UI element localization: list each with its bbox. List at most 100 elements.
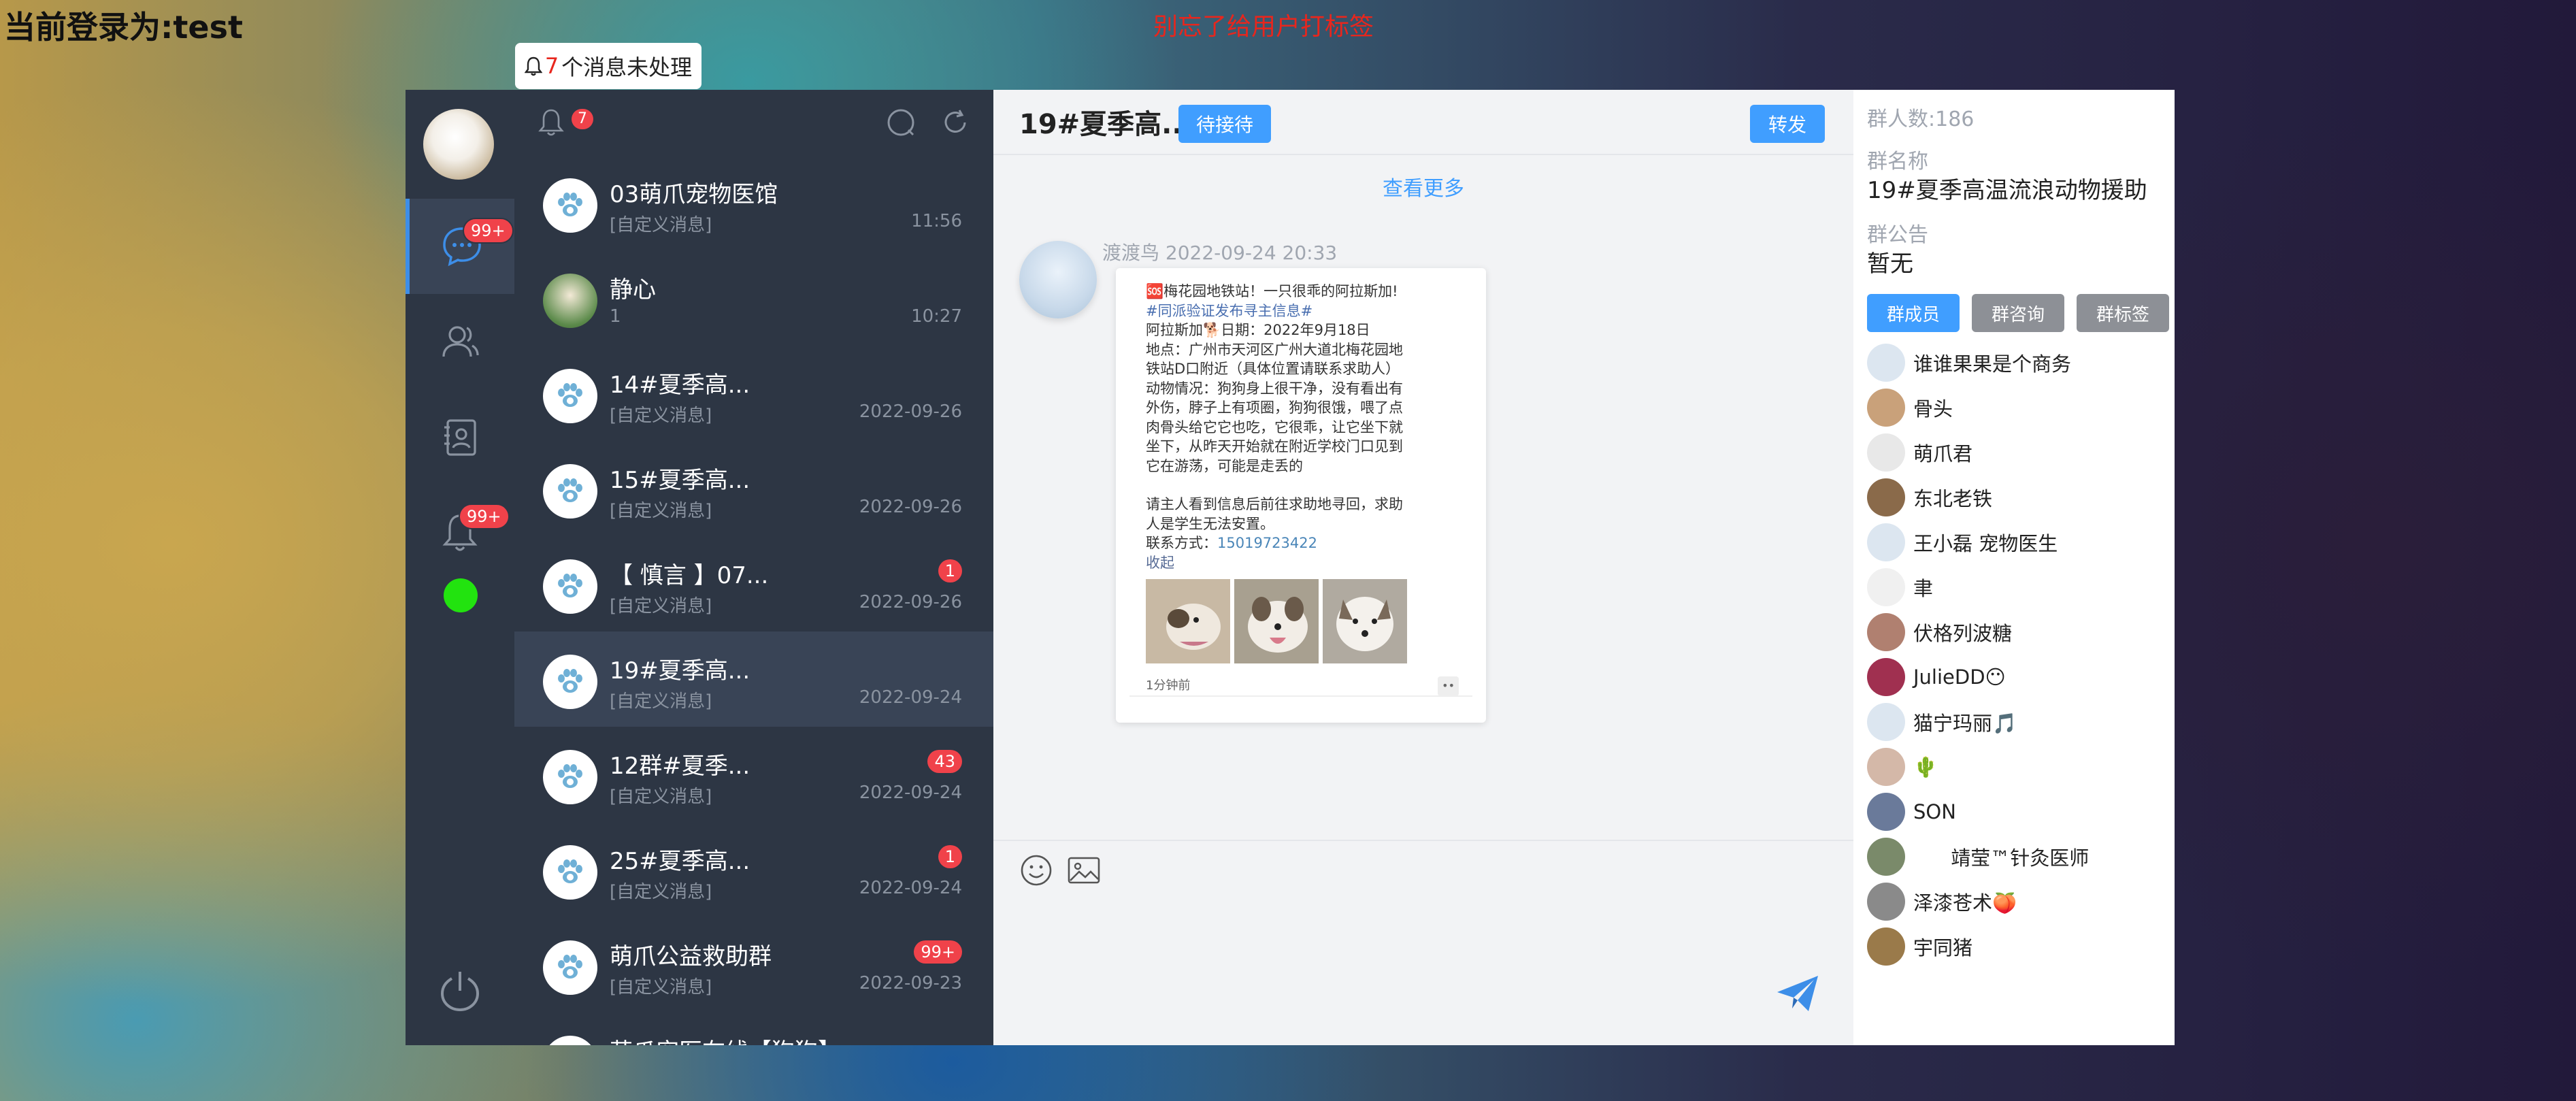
conversation-row[interactable]: 12群#夏季... [自定义消息] 2022-09-24 43 [514, 727, 993, 822]
conversation-row[interactable]: 静心 1 10:27 [514, 250, 993, 346]
message-time: 2022-09-24 20:33 [1165, 242, 1338, 264]
paw-avatar-icon [543, 655, 597, 709]
notice-count: 7 [544, 53, 559, 79]
nav-address-book[interactable] [406, 389, 514, 484]
message-card[interactable]: 🆘梅花园地铁站！一只很乖的阿拉斯加! #同派验证发布寻主信息# 阿拉斯加🐕日期：… [1116, 268, 1486, 723]
member-avatar [1867, 613, 1905, 651]
conversation-row[interactable]: 15#夏季高... [自定义消息] 2022-09-26 [514, 441, 993, 536]
conversation-title: 萌爪宠医在线【狗狗】 [610, 1033, 841, 1045]
conversation-row[interactable]: 25#夏季高... [自定义消息] 2022-09-24 1 [514, 822, 993, 917]
member-name: 宇同猪 [1913, 936, 1973, 959]
member-item[interactable]: 东北老铁 [1867, 475, 2175, 520]
card-more-dots[interactable]: •• [1438, 676, 1459, 696]
member-name: 猫宁玛丽🎵 [1913, 712, 2017, 735]
member-name: 泽漆苍术🍑 [1913, 891, 2017, 915]
member-list: 谁谁果果是个商务骨头萌爪君东北老铁 王小磊 宠物医生聿伏格列波糖 JulieDD😶 猫… [1867, 340, 2175, 1030]
bell-icon [524, 56, 542, 76]
conversation-title: 25#夏季高... [610, 848, 750, 875]
nav-messages[interactable]: 99+ [406, 199, 514, 294]
nav-notifications[interactable]: 99+ [406, 484, 514, 580]
member-item[interactable]: 靖莹™针灸医师 [1867, 834, 2175, 879]
emoji-icon[interactable] [1019, 853, 1053, 887]
card-contact: 联系方式：15019723422 [1146, 533, 1456, 553]
users-icon [442, 326, 479, 357]
collapse-link[interactable]: 收起 [1146, 553, 1456, 573]
contact-phone[interactable]: 15019723422 [1217, 535, 1317, 551]
conversation-preview: [自定义消息] [610, 787, 712, 807]
member-name: 伏格列波糖 [1913, 622, 2013, 645]
conversation-row[interactable]: 萌爪宠医在线【狗狗】 [514, 1013, 993, 1045]
conversation-time: 11:56 [911, 211, 962, 231]
conversation-time: 2022-09-26 [859, 401, 962, 422]
paw-avatar-icon [543, 940, 597, 995]
member-item[interactable]: 谁谁果果是个商务 [1867, 340, 2175, 385]
card-line: 它在游荡，可能是走丢的 [1146, 457, 1303, 474]
conversation-time: 2022-09-26 [859, 497, 962, 517]
load-more-link[interactable]: 查看更多 [993, 171, 1853, 201]
member-avatar [1867, 793, 1905, 831]
user-avatar[interactable] [423, 109, 494, 180]
conversation-time: 2022-09-26 [859, 592, 962, 612]
members-tab-button[interactable]: 群成员 [1867, 294, 1960, 332]
paw-avatar-icon [543, 750, 597, 804]
unread-notice[interactable]: 7 个消息未处理 [515, 43, 701, 89]
notifications-badge: 99+ [459, 504, 510, 529]
member-item[interactable]: 骨头 [1867, 385, 2175, 430]
member-item[interactable]: 猫宁玛丽🎵 [1867, 700, 2175, 744]
member-count: 群人数:186 [1867, 108, 1975, 131]
card-tag[interactable]: #同派验证发布寻主信息# [1146, 301, 1456, 321]
dog-photo[interactable] [1234, 579, 1319, 663]
member-name: 聿 [1913, 577, 1934, 600]
side-nav: 99+ 99+ [406, 90, 514, 1045]
member-item[interactable]: SON [1867, 789, 2175, 834]
dog-photo[interactable] [1323, 579, 1407, 663]
unread-badge: 43 [927, 750, 962, 773]
power-icon[interactable] [437, 968, 483, 1014]
card-line: 肉骨头给它它也吃，它很乖，让它坐下就 [1146, 418, 1403, 436]
chat-title: 19#夏季高... [1019, 109, 1193, 140]
card-line: 阿拉斯加🐕日期：2022年9月18日 [1146, 322, 1370, 338]
member-name: 骨头 [1913, 397, 1953, 421]
member-name: 萌爪君 [1913, 442, 1973, 465]
member-item[interactable]: 王小磊 宠物医生 [1867, 520, 2175, 565]
bell-icon[interactable] [538, 108, 565, 137]
contact-label: 联系方式： [1146, 535, 1217, 551]
member-item[interactable]: 泽漆苍术🍑 [1867, 879, 2175, 924]
conversation-row[interactable]: 14#夏季高... [自定义消息] 2022-09-26 [514, 346, 993, 441]
conversation-time: 2022-09-24 [859, 687, 962, 708]
conversation-preview: [自定义消息] [610, 691, 712, 712]
consult-tab-button[interactable]: 群咨询 [1972, 294, 2064, 332]
member-item[interactable]: 伏格列波糖 [1867, 610, 2175, 655]
member-name: JulieDD😶 [1913, 665, 2006, 689]
unread-badge: 99+ [914, 940, 962, 964]
member-avatar [1867, 658, 1905, 696]
conversation-time: 2022-09-24 [859, 878, 962, 898]
conversation-title: 萌爪公益救助群 [610, 943, 772, 970]
list-header: 7 [514, 90, 993, 155]
conversation-row[interactable]: 【 慎言 】07... [自定义消息] 2022-09-26 1 [514, 536, 993, 631]
unread-badge: 1 [938, 559, 962, 582]
member-item[interactable]: JulieDD😶 [1867, 655, 2175, 700]
search-icon[interactable] [886, 108, 916, 137]
group-name-label: 群名称 [1867, 150, 1928, 174]
pending-button[interactable]: 待接待 [1178, 105, 1271, 143]
dog-photo[interactable] [1146, 579, 1230, 663]
conversation-row[interactable]: 萌爪公益救助群 [自定义消息] 2022-09-23 99+ [514, 917, 993, 1013]
card-line: 动物情况：狗狗身上很干净，没有看出有 [1146, 380, 1403, 397]
member-item[interactable]: 🌵 [1867, 744, 2175, 789]
send-icon[interactable] [1776, 974, 1819, 1013]
member-item[interactable]: 萌爪君 [1867, 430, 2175, 475]
tag-reminder: 别忘了给用户打标签 [1153, 13, 1374, 41]
conversation-row[interactable]: 19#夏季高... [自定义消息] 2022-09-24 [514, 631, 993, 727]
image-icon[interactable] [1067, 853, 1101, 887]
member-item[interactable]: 宇同猪 [1867, 924, 2175, 969]
tags-tab-button[interactable]: 群标签 [2077, 294, 2169, 332]
messages-badge: 99+ [463, 218, 514, 244]
conversation-row[interactable]: 03萌爪宠物医馆 [自定义消息] 11:56 [514, 155, 993, 250]
forward-button[interactable]: 转发 [1750, 105, 1825, 143]
nav-contacts[interactable] [406, 294, 514, 389]
conversation-title: 14#夏季高... [610, 372, 750, 399]
member-avatar [1867, 883, 1905, 921]
member-item[interactable]: 聿 [1867, 565, 2175, 610]
refresh-icon[interactable] [940, 108, 970, 137]
